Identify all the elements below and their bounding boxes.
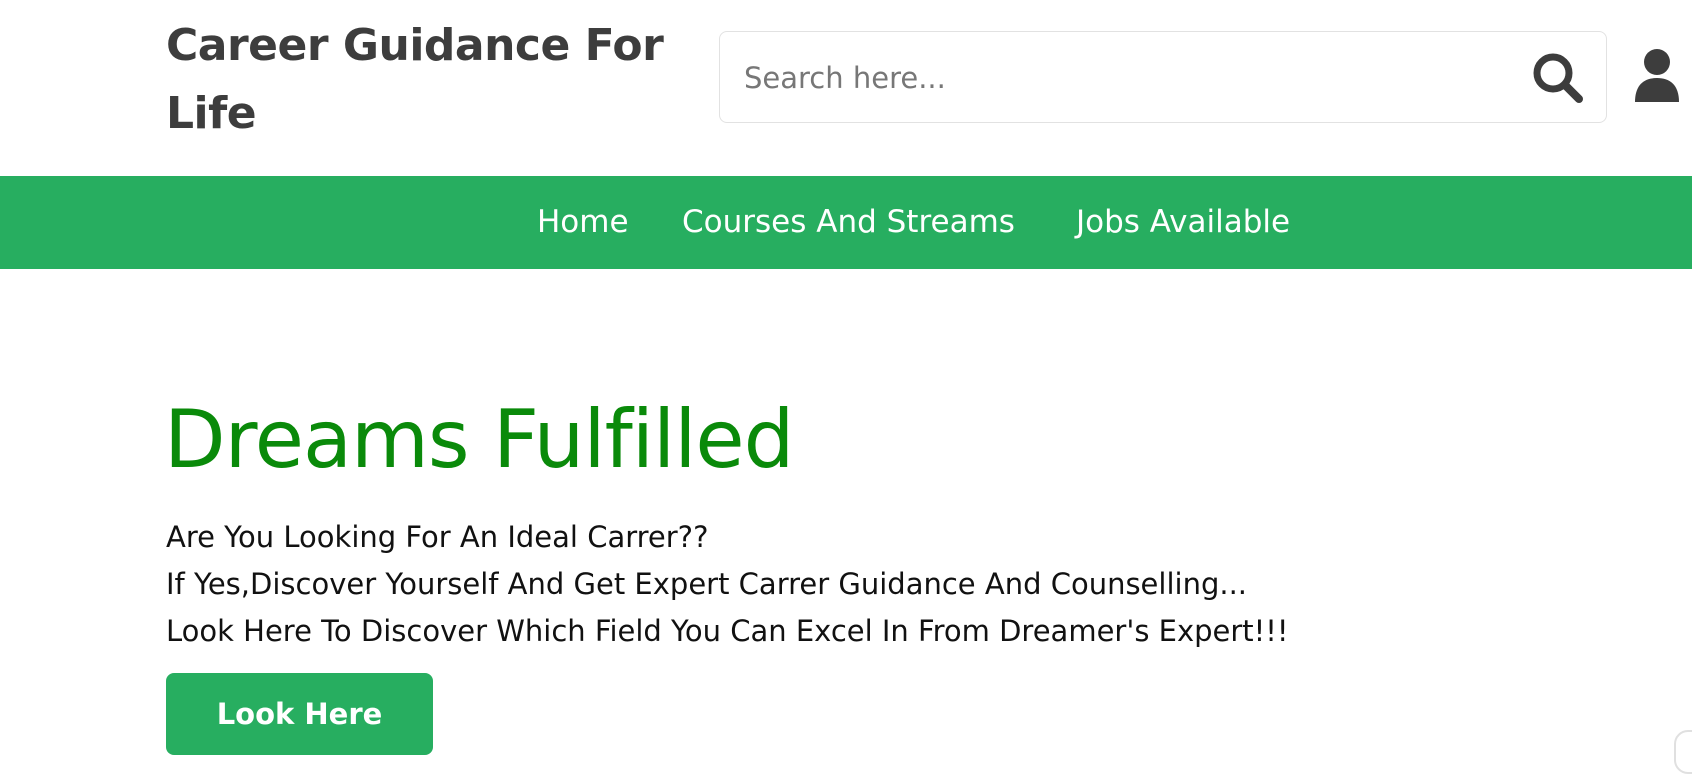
site-header: Career Guidance For Life — [0, 0, 1692, 176]
look-here-button[interactable]: Look Here — [166, 673, 433, 755]
brand-line-1: Career Guidance For — [166, 20, 664, 71]
brand-line-2: Life — [166, 88, 257, 139]
hero-text-line-2: If Yes,Discover Yourself And Get Expert … — [166, 567, 1248, 601]
user-icon[interactable] — [1632, 48, 1682, 104]
nav-home[interactable]: Home — [537, 176, 629, 269]
site-logo[interactable]: Career Guidance For Life — [166, 12, 686, 148]
search-icon[interactable] — [1529, 49, 1589, 109]
nav-jobs-available[interactable]: Jobs Available — [1076, 176, 1290, 269]
search-input[interactable] — [742, 52, 1506, 104]
floating-widget-corner[interactable] — [1674, 730, 1692, 774]
main-navigation: Home Courses And Streams Jobs Available — [0, 176, 1692, 269]
nav-courses-and-streams[interactable]: Courses And Streams — [682, 176, 1015, 269]
hero-title: Dreams Fulfilled — [164, 393, 794, 486]
hero-text-line-1: Are You Looking For An Ideal Carrer?? — [166, 520, 709, 554]
search-bar — [719, 31, 1607, 123]
hero-text-line-3: Look Here To Discover Which Field You Ca… — [166, 614, 1289, 648]
